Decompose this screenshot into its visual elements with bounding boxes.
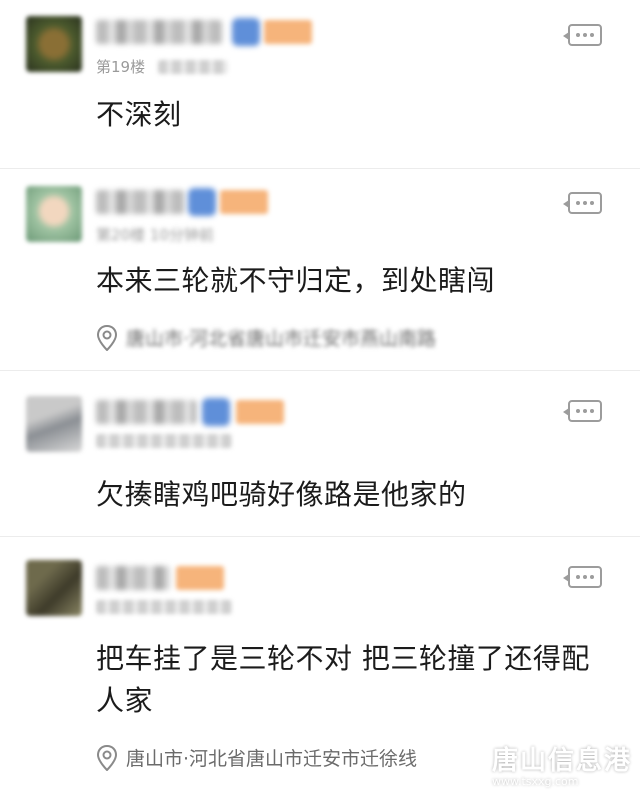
- comment-item: 欠揍瞎鸡吧骑好像路是他家的: [0, 370, 640, 537]
- comment-more-button[interactable]: [563, 192, 602, 214]
- dot-icon: [576, 575, 580, 579]
- avatar[interactable]: [26, 186, 82, 242]
- verified-badge-icon: [232, 18, 260, 46]
- site-logo-icon: [446, 745, 485, 783]
- dot-icon: [590, 409, 594, 413]
- comment-more-button[interactable]: [563, 24, 602, 46]
- comment-text: 欠揍瞎鸡吧骑好像路是他家的: [96, 478, 467, 511]
- level-badge: [236, 400, 284, 424]
- location-pin-icon: [96, 324, 118, 351]
- watermark-url: www.tsxxg.com: [491, 775, 579, 788]
- level-badge: [220, 190, 268, 214]
- location-tag[interactable]: 唐山市·河北省唐山市迁安市迁徐线: [96, 744, 417, 771]
- floor-number: 第19楼: [96, 58, 146, 76]
- comment-more-button[interactable]: [563, 566, 602, 588]
- username[interactable]: [96, 20, 222, 44]
- dot-icon: [590, 575, 594, 579]
- verified-badge-icon: [202, 398, 230, 426]
- dot-icon: [576, 409, 580, 413]
- comment-text: 本来三轮就不守归定，到处瞎闯: [96, 264, 496, 297]
- dot-icon: [590, 201, 594, 205]
- dot-icon: [576, 33, 580, 37]
- avatar[interactable]: [26, 560, 82, 616]
- comment-more-button[interactable]: [563, 400, 602, 422]
- avatar[interactable]: [26, 396, 82, 452]
- floor-number: [96, 434, 232, 448]
- dot-icon: [583, 409, 587, 413]
- verified-badge-icon: [188, 188, 216, 216]
- dot-icon: [583, 201, 587, 205]
- username[interactable]: [96, 190, 184, 214]
- watermark-text-group: 唐山信息港 www.tsxxg.com: [492, 740, 632, 788]
- username[interactable]: [96, 400, 196, 424]
- comment-text: 把车挂了是三轮不对 把三轮撞了还得配人家: [96, 642, 590, 717]
- site-watermark: 唐山信息港 www.tsxxg.com: [446, 740, 632, 788]
- dot-icon: [590, 33, 594, 37]
- location-tag[interactable]: 唐山市·河北省唐山市迁安市燕山南路: [96, 324, 436, 351]
- timestamp: [158, 60, 228, 74]
- comment-item: 第20楼 10分钟前 本来三轮就不守归定，到处瞎闯 唐山市·河北省唐山市迁安市燕…: [0, 168, 640, 371]
- dot-icon: [576, 201, 580, 205]
- location-text: 唐山市·河北省唐山市迁安市迁徐线: [126, 748, 418, 770]
- dot-icon: [583, 33, 587, 37]
- watermark-text: 唐山信息港: [491, 746, 632, 776]
- level-badge: [264, 20, 312, 44]
- location-pin-icon: [96, 744, 118, 771]
- floor-number: 第20楼 10分钟前: [96, 226, 214, 244]
- comment-text: 不深刻: [96, 98, 182, 131]
- level-badge: [176, 566, 224, 590]
- location-text: 唐山市·河北省唐山市迁安市燕山南路: [126, 328, 437, 350]
- comment-item: 第19楼 不深刻: [0, 0, 640, 169]
- avatar[interactable]: [26, 16, 82, 72]
- floor-number: [96, 600, 232, 614]
- username[interactable]: [96, 566, 170, 590]
- dot-icon: [583, 575, 587, 579]
